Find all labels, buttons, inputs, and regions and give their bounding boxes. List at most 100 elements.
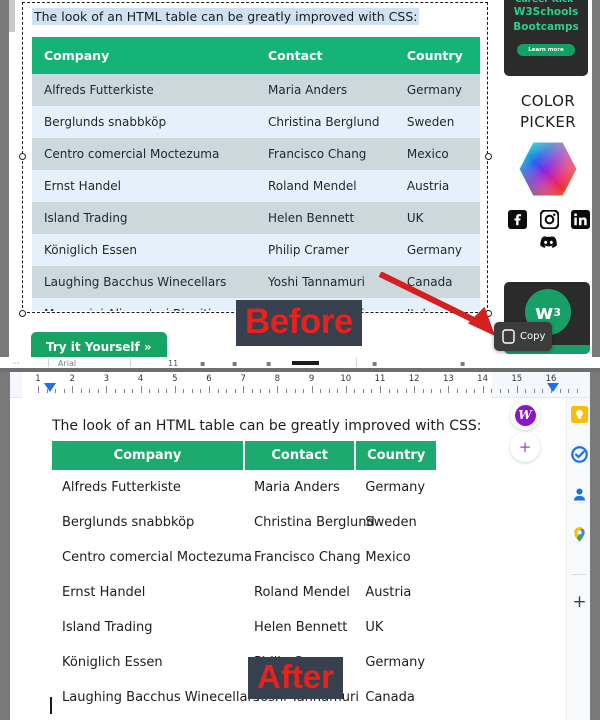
keep-icon[interactable] xyxy=(571,406,588,423)
table-cell: Centro comercial Moctezuma xyxy=(52,540,252,575)
ruler-minor-tick xyxy=(474,389,476,393)
table-cell: Helen Bennett xyxy=(244,610,356,645)
ad-headline-1: Career Kick- xyxy=(514,0,577,5)
ruler-minor-tick xyxy=(63,389,65,393)
ruler-tick-label: 9 xyxy=(308,374,315,384)
ruler-minor-tick xyxy=(371,389,373,393)
ruler-tick-label: 14 xyxy=(477,374,489,384)
table-cell: Alfreds Futterkiste xyxy=(52,470,244,505)
ruler-minor-tick xyxy=(499,389,501,393)
table-cell: Magazzini Alimentari Riuniti xyxy=(52,715,244,720)
ruler-tick-label: 4 xyxy=(137,374,144,384)
ruler-minor-tick xyxy=(320,389,322,393)
bootcamp-ad-card[interactable]: Career Kick- W3Schools Bootcamps Learn m… xyxy=(504,0,588,76)
toolbar-align-ghost[interactable]: ▪ xyxy=(266,359,271,368)
toolbar-highlight-ghost[interactable]: ▪ xyxy=(232,359,237,368)
side-panel-add-button[interactable]: + xyxy=(571,594,588,611)
ruler-tick-label: 13 xyxy=(442,374,454,384)
table-row: Laughing Bacchus WinecellarsYoshi Tannam… xyxy=(52,680,436,715)
toolbar-font-size[interactable]: 11 xyxy=(168,359,178,368)
ruler-minor-tick xyxy=(362,389,364,393)
ruler-minor-tick xyxy=(508,389,510,393)
instagram-icon[interactable] xyxy=(539,210,559,229)
ruler-minor-tick xyxy=(217,389,219,393)
facebook-icon[interactable] xyxy=(508,210,527,229)
toolbar-font-name[interactable]: Arial xyxy=(58,359,76,368)
table-cell: Königlich Essen xyxy=(52,645,244,680)
grammarly-plus-label: + xyxy=(518,438,532,456)
docs-ruler[interactable]: 1 2 3 4 5 6 7 8 9 10 11 12 13 14 15 16 xyxy=(10,372,590,398)
before-stamp-label: Before xyxy=(236,300,362,346)
toolbar-more-ghost[interactable]: ▪ xyxy=(460,359,465,368)
discord-icon[interactable] xyxy=(539,233,558,252)
right-indent-marker[interactable] xyxy=(547,383,559,392)
ruler-minor-tick xyxy=(191,389,193,393)
ruler-tick-label: 2 xyxy=(69,374,75,384)
ruler-tick-label: 10 xyxy=(340,374,352,384)
toolbar-bold-ghost[interactable]: ▪ xyxy=(200,359,205,368)
ruler-minor-tick xyxy=(226,389,228,393)
ruler-minor-tick xyxy=(200,389,202,393)
ruler-minor-tick xyxy=(491,389,493,393)
table-cell: Francisco Chang xyxy=(244,540,361,575)
after-table-header-row: Company Contact Country xyxy=(52,441,436,470)
ruler-minor-tick xyxy=(303,389,305,393)
table-row: Magazzini Alimentari RiunitiGiovanni Rov… xyxy=(52,715,436,720)
ruler-minor-tick xyxy=(525,389,527,393)
selection-handle-right[interactable] xyxy=(485,153,492,160)
table-cell: Maria Anders xyxy=(244,470,356,505)
ruler-tick-label: 11 xyxy=(374,374,386,384)
table-cell: Island Trading xyxy=(52,610,244,645)
table-cell: Sweden xyxy=(355,505,436,540)
ruler-major-tick xyxy=(414,386,416,393)
table-cell: Mexico xyxy=(355,540,436,575)
text-caret xyxy=(50,697,52,714)
toolbar-color-swatch[interactable] xyxy=(292,361,319,365)
ruler-minor-tick xyxy=(157,389,159,393)
selection-outline[interactable] xyxy=(19,2,492,317)
toolbar-list-ghost[interactable]: ▪ xyxy=(372,359,377,368)
copy-tooltip-label: Copy xyxy=(520,331,546,342)
browser-left-gutter xyxy=(0,0,9,368)
screenshot-root: The look of an HTML table can be greatly… xyxy=(0,0,600,720)
ad-learn-more-button[interactable]: Learn more xyxy=(517,44,575,56)
grammarly-add-button[interactable]: + xyxy=(510,432,540,462)
selection-handle-left[interactable] xyxy=(19,153,26,160)
social-links-row xyxy=(508,210,590,229)
toolbar-separator-3 xyxy=(356,358,357,367)
color-wheel-icon[interactable] xyxy=(518,140,578,198)
selection-handle-bottom-right[interactable] xyxy=(485,310,492,317)
ruler-minor-tick xyxy=(388,389,390,393)
linkedin-icon[interactable] xyxy=(571,210,590,229)
ruler-major-tick xyxy=(243,386,245,393)
ruler-minor-tick xyxy=(251,389,253,393)
ruler-minor-tick xyxy=(576,389,578,393)
grammarly-badge-button[interactable]: W xyxy=(510,400,540,430)
ruler-minor-tick xyxy=(439,389,441,393)
maps-icon[interactable] xyxy=(571,526,588,543)
table-row: Centro comercial Moctezuma Francisco Chan… xyxy=(52,540,436,575)
ruler-major-tick xyxy=(345,386,347,393)
ruler-minor-tick xyxy=(422,389,424,393)
grammarly-logo-icon: W xyxy=(514,404,536,426)
browser-right-gutter xyxy=(592,0,600,368)
ruler-major-tick xyxy=(72,386,74,393)
selection-handle-bottom-left[interactable] xyxy=(19,310,26,317)
ruler-minor-tick xyxy=(328,389,330,393)
ad-headline-2: W3Schools xyxy=(513,6,579,18)
copy-icon xyxy=(502,329,515,344)
ruler-minor-tick xyxy=(260,389,262,393)
ruler-minor-tick xyxy=(166,389,168,393)
table-cell: Germany xyxy=(355,470,436,505)
ruler-minor-tick xyxy=(268,389,270,393)
ruler-minor-tick xyxy=(80,389,82,393)
copy-tooltip[interactable]: Copy xyxy=(494,322,552,351)
ruler-minor-tick xyxy=(397,389,399,393)
after-table-body: Alfreds Futterkiste Maria Anders Germany Be… xyxy=(52,470,436,720)
ruler-tick-label: 15 xyxy=(511,374,523,384)
left-indent-marker[interactable] xyxy=(44,383,56,392)
tasks-icon[interactable] xyxy=(571,446,588,463)
toolbar-style-ghost[interactable]: ··· xyxy=(12,359,20,368)
contacts-icon[interactable] xyxy=(571,486,588,503)
ruler-minor-tick xyxy=(89,389,91,393)
